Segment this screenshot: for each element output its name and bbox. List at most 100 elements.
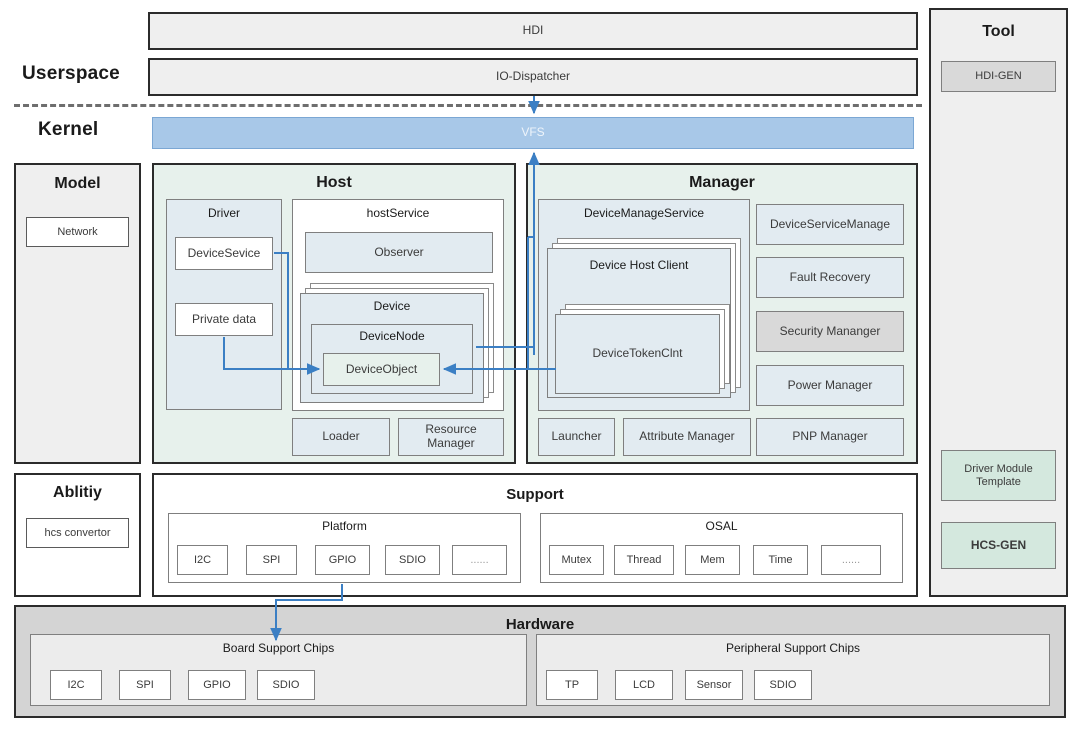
loader-label: Loader: [322, 429, 360, 444]
power-manager-label: Power Manager: [787, 377, 873, 392]
driver-module-template-box[interactable]: Driver Module Template: [941, 450, 1056, 501]
peripheral-chip-label: TP: [564, 678, 580, 691]
hdi-label: HDI: [522, 23, 544, 38]
tool-title: Tool: [982, 23, 1015, 40]
platform-item-label: ......: [470, 553, 489, 566]
support-title: Support: [506, 486, 564, 503]
hdi-bar[interactable]: HDI: [148, 12, 918, 50]
platform-item-gpio[interactable]: GPIO: [315, 545, 370, 575]
security-mananger-label: Security Mananger: [779, 323, 881, 338]
osal-item-time[interactable]: Time: [753, 545, 808, 575]
hcs-gen-label: HCS-GEN: [970, 537, 1027, 552]
vfs-bar[interactable]: VFS: [152, 117, 914, 149]
io-dispatcher-label: IO-Dispatcher: [495, 69, 571, 84]
peripheral-chip-tp[interactable]: TP: [546, 670, 598, 700]
observer-box[interactable]: Observer: [305, 232, 493, 273]
device-service-manage-box[interactable]: DeviceServiceManage: [756, 204, 904, 245]
launcher-label: Launcher: [551, 429, 602, 444]
model-panel: Model: [14, 163, 141, 464]
hardware-title: Hardware: [505, 616, 575, 633]
launcher-box[interactable]: Launcher: [538, 418, 615, 456]
board-chip-label: SPI: [136, 678, 154, 691]
peripheral-chip-sensor[interactable]: Sensor: [685, 670, 743, 700]
peripheral-chip-lcd[interactable]: LCD: [615, 670, 673, 700]
osal-item-label: Time: [768, 553, 793, 566]
host-title: Host: [316, 174, 352, 191]
board-chip-label: GPIO: [203, 678, 231, 691]
model-title: Model: [54, 175, 101, 192]
device-manage-service-title: DeviceManageService: [583, 206, 705, 220]
model-item-label: Network: [57, 225, 98, 238]
attribute-manager-label: Attribute Manager: [639, 429, 735, 444]
osal-item-label: Mem: [700, 553, 725, 566]
ability-title: Ablitiy: [53, 484, 102, 501]
board-chip-label: SDIO: [272, 678, 300, 691]
resource-manager-box[interactable]: Resource Manager: [398, 418, 504, 456]
model-item-network[interactable]: Network: [26, 217, 129, 247]
fault-recovery-box[interactable]: Fault Recovery: [756, 257, 904, 298]
device-service-manage-label: DeviceServiceManage: [769, 216, 891, 231]
device-object-label: DeviceObject: [345, 361, 418, 376]
loader-box[interactable]: Loader: [292, 418, 390, 456]
platform-title: Platform: [322, 519, 367, 533]
osal-item-label: Mutex: [561, 553, 592, 566]
platform-item-spi[interactable]: SPI: [246, 545, 297, 575]
attribute-manager-box[interactable]: Attribute Manager: [623, 418, 751, 456]
driver-item-private-data[interactable]: Private data: [175, 303, 273, 336]
userspace-kernel-divider: [14, 104, 922, 107]
driver-item-label: Private data: [191, 311, 257, 326]
power-manager-box[interactable]: Power Manager: [756, 365, 904, 406]
driver-module-template-label: Driver Module Template: [964, 462, 1033, 488]
board-chip-i2c[interactable]: I2C: [50, 670, 102, 700]
device-title: Device: [373, 299, 411, 313]
platform-item-more[interactable]: ......: [452, 545, 507, 575]
architecture-diagram: Userspace Kernel HDI IO-Dispatcher VFS M…: [0, 0, 1080, 729]
peripheral-chip-sdio[interactable]: SDIO: [754, 670, 812, 700]
peripheral-chip-label: SDIO: [769, 678, 797, 691]
device-token-clnt-label: DeviceTokenClnt: [592, 346, 683, 361]
osal-item-mutex[interactable]: Mutex: [549, 545, 604, 575]
osal-item-mem[interactable]: Mem: [685, 545, 740, 575]
device-token-clnt-box[interactable]: DeviceTokenClnt: [555, 314, 720, 394]
board-chip-sdio[interactable]: SDIO: [257, 670, 315, 700]
hcs-gen-box[interactable]: HCS-GEN: [941, 522, 1056, 569]
board-chip-spi[interactable]: SPI: [119, 670, 171, 700]
platform-item-sdio[interactable]: SDIO: [385, 545, 440, 575]
pnp-manager-label: PNP Manager: [792, 429, 868, 444]
board-support-chips-title: Board Support Chips: [222, 641, 335, 655]
platform-item-label: SDIO: [399, 553, 426, 566]
pnp-manager-box[interactable]: PNP Manager: [756, 418, 904, 456]
ability-item-hcs-convertor[interactable]: hcs convertor: [26, 518, 129, 548]
osal-item-label: ......: [841, 553, 861, 566]
manager-title: Manager: [689, 174, 755, 191]
driver-title: Driver: [208, 206, 240, 220]
io-dispatcher-bar[interactable]: IO-Dispatcher: [148, 58, 918, 96]
osal-item-label: Thread: [626, 553, 662, 566]
device-node-title: DeviceNode: [359, 329, 425, 343]
device-host-client-title: Device Host Client: [589, 258, 689, 272]
userspace-label: Userspace: [22, 63, 120, 84]
security-mananger-box[interactable]: Security Mananger: [756, 311, 904, 352]
platform-item-label: GPIO: [328, 553, 357, 566]
platform-item-i2c[interactable]: I2C: [177, 545, 228, 575]
driver-item-label: DeviceSevice: [187, 245, 261, 260]
fault-recovery-label: Fault Recovery: [789, 269, 871, 284]
platform-item-label: I2C: [193, 553, 212, 566]
osal-item-more[interactable]: ......: [821, 545, 881, 575]
hdi-gen-box[interactable]: HDI-GEN: [941, 61, 1056, 92]
board-chip-gpio[interactable]: GPIO: [188, 670, 246, 700]
osal-title: OSAL: [705, 519, 738, 533]
resource-manager-label: Resource Manager: [425, 422, 477, 450]
kernel-label: Kernel: [38, 119, 99, 140]
tool-panel: Tool: [929, 8, 1068, 597]
device-object-box[interactable]: DeviceObject: [323, 353, 440, 386]
platform-item-label: SPI: [262, 553, 281, 566]
observer-label: Observer: [374, 244, 424, 259]
driver-item-devicesevice[interactable]: DeviceSevice: [175, 237, 273, 270]
peripheral-support-chips-title: Peripheral Support Chips: [725, 641, 861, 655]
peripheral-chip-label: LCD: [632, 678, 655, 691]
peripheral-chip-label: Sensor: [696, 678, 732, 691]
osal-item-thread[interactable]: Thread: [614, 545, 674, 575]
hdi-gen-label: HDI-GEN: [975, 70, 1022, 83]
board-chip-label: I2C: [67, 678, 85, 691]
